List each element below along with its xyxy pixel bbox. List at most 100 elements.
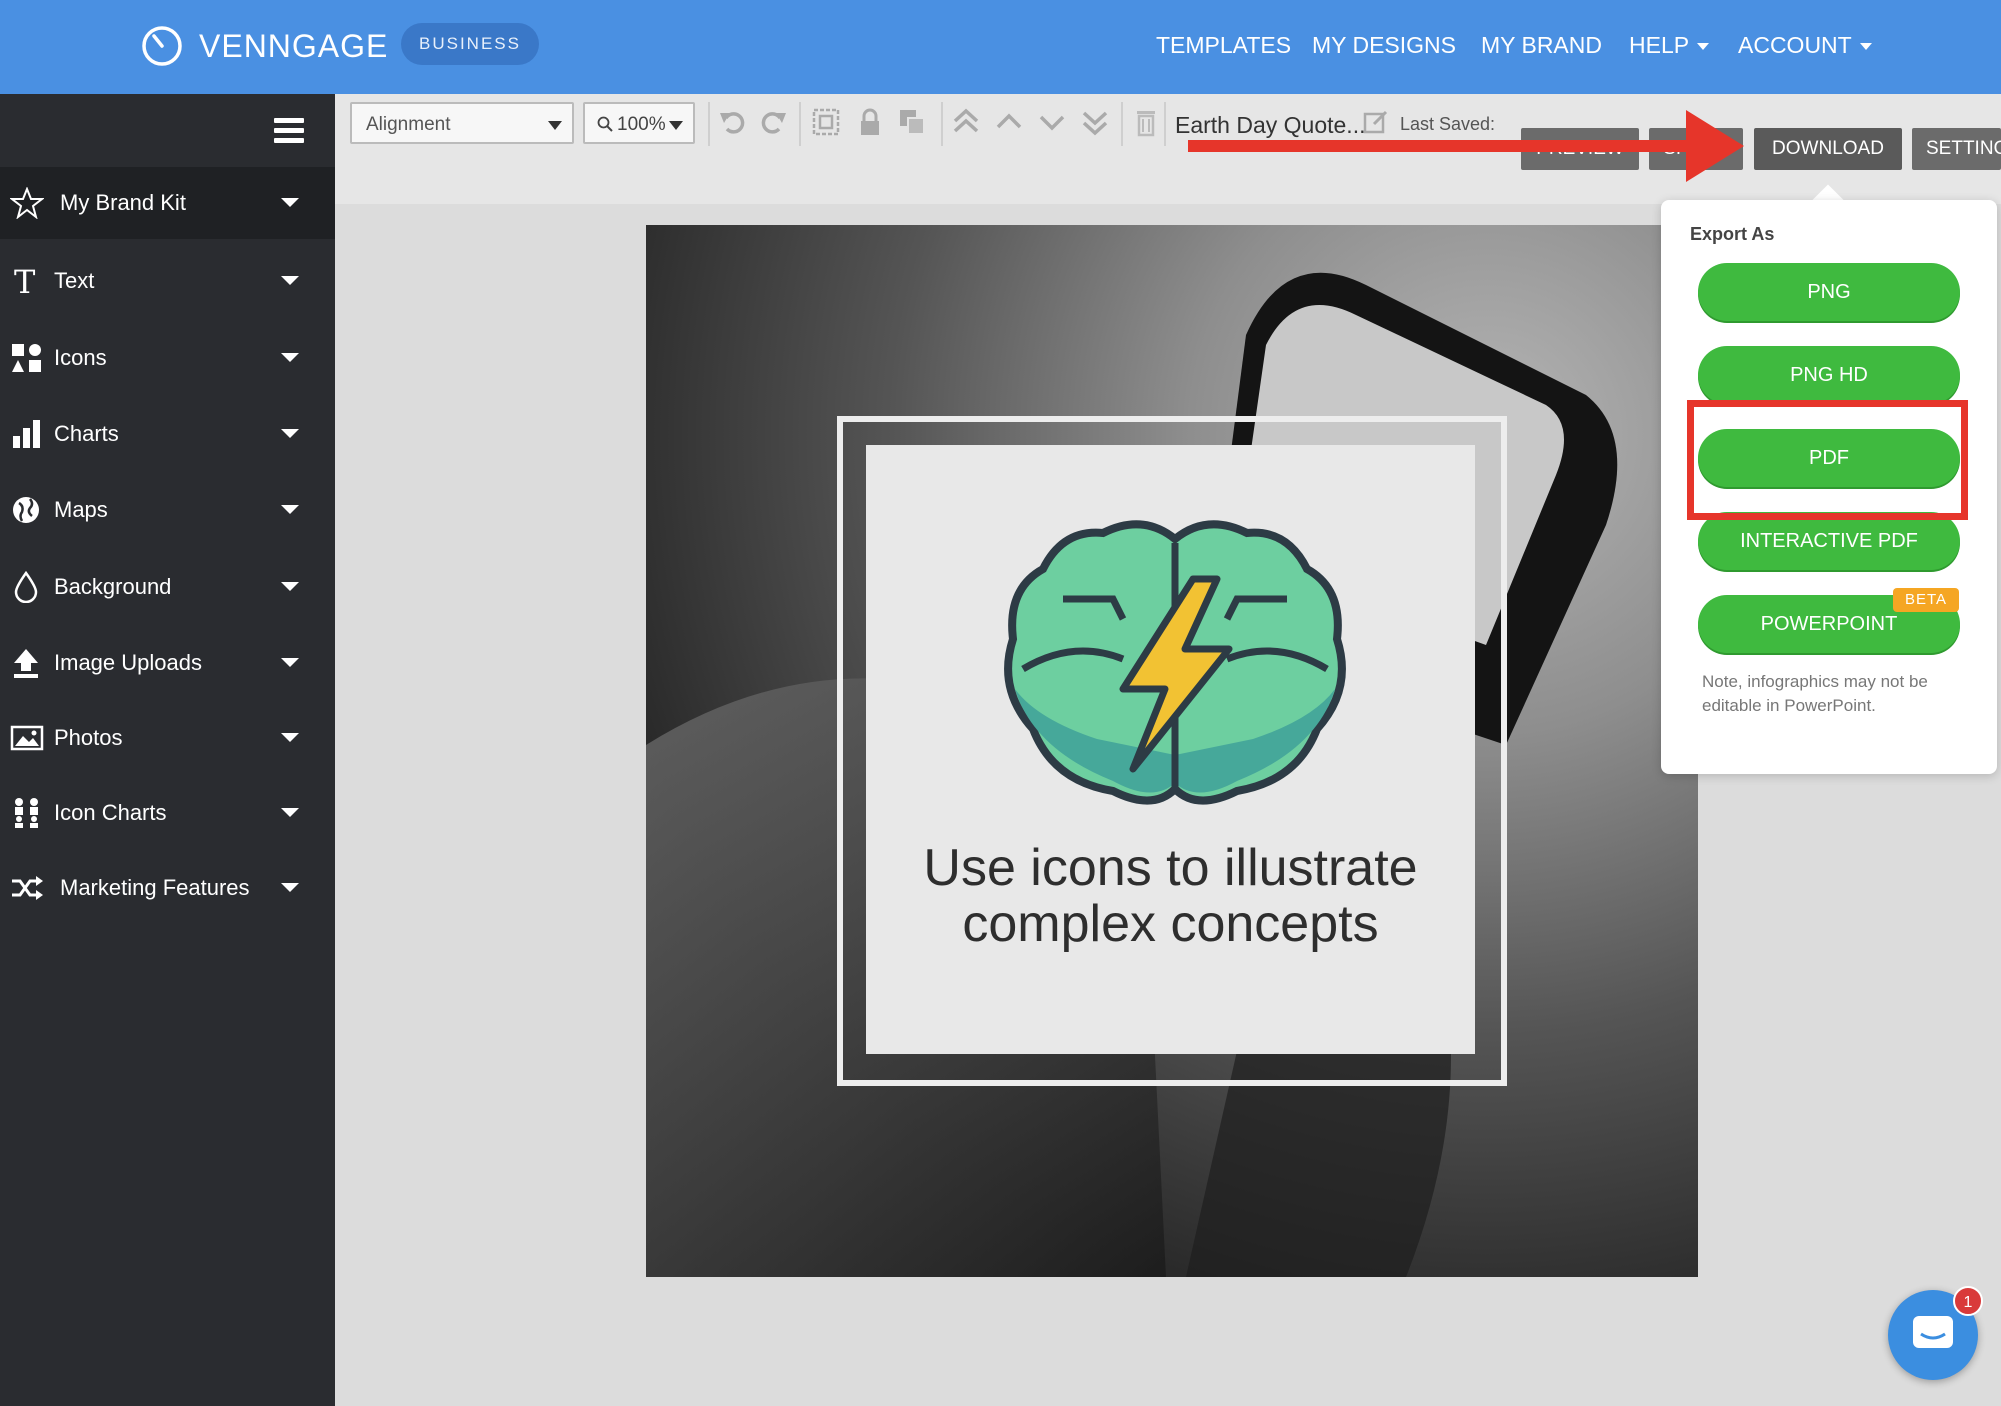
text-icon: T: [10, 265, 44, 297]
export-png-button[interactable]: PNG: [1698, 263, 1960, 321]
sidebar-item-icons[interactable]: Icons: [0, 322, 335, 394]
bring-to-front-icon[interactable]: [950, 106, 982, 138]
top-navbar: VENNGAGE BUSINESS TEMPLATES MY DESIGNS M…: [0, 0, 2001, 94]
sidebar-item-label: Maps: [54, 497, 108, 522]
shapes-icon: [10, 342, 44, 374]
chevron-down-icon: [281, 733, 299, 742]
lock-icon[interactable]: [854, 106, 886, 138]
sidebar-item-background[interactable]: Background: [0, 551, 335, 623]
sidebar-item-marketing-features[interactable]: Marketing Features: [0, 852, 335, 924]
sidebar-item-photos[interactable]: Photos: [0, 702, 335, 774]
sidebar-item-label: Charts: [54, 421, 119, 446]
brand-name[interactable]: VENNGAGE: [199, 24, 388, 68]
chevron-down-icon: [281, 582, 299, 591]
send-to-back-icon[interactable]: [1079, 106, 1111, 138]
chevron-down-icon: [548, 121, 562, 130]
undo-icon[interactable]: [717, 106, 749, 138]
venngage-logo-icon[interactable]: [140, 24, 184, 68]
alignment-select-label: Alignment: [366, 114, 451, 135]
chevron-down-icon: [669, 121, 683, 130]
sidebar-item-my-brand-kit[interactable]: My Brand Kit: [0, 167, 335, 239]
nav-help[interactable]: HELP: [1629, 30, 1710, 60]
sidebar-item-label: Icons: [54, 345, 107, 370]
chevron-down-icon: [281, 276, 299, 285]
export-interactive-pdf-button[interactable]: INTERACTIVE PDF: [1698, 512, 1960, 570]
document-title[interactable]: Earth Day Quote...: [1175, 112, 1365, 139]
brain-lightning-icon[interactable]: [1003, 519, 1347, 807]
globe-icon: [10, 494, 44, 526]
redo-icon[interactable]: [757, 106, 789, 138]
sidebar-item-label: Marketing Features: [60, 875, 250, 900]
nav-templates[interactable]: TEMPLATES: [1156, 30, 1291, 60]
sidebar-item-label: Text: [54, 268, 95, 293]
toolbar-divider: [708, 102, 710, 146]
magnifier-icon: [597, 116, 613, 132]
highlight-box-annotation: [1687, 400, 1968, 520]
hamburger-menu-icon[interactable]: [274, 118, 304, 148]
group-icon[interactable]: [810, 106, 842, 138]
drop-icon: [10, 571, 44, 603]
nav-account-label: ACCOUNT: [1738, 32, 1852, 58]
sidebar-item-label: Background: [54, 574, 172, 599]
sidebar-item-label: My Brand Kit: [60, 190, 186, 215]
chevron-down-icon: [281, 198, 299, 207]
chevron-down-icon: [281, 883, 299, 892]
chevron-down-icon: [281, 429, 299, 438]
toolbar-divider: [1164, 102, 1166, 146]
canvas-headline[interactable]: Use icons to illustrate complex concepts: [866, 840, 1475, 952]
arrow-annotation-shaft: [1188, 140, 1708, 152]
sidebar-item-label: Image Uploads: [54, 650, 202, 675]
toolbar-divider: [941, 102, 943, 146]
toolbar-divider: [799, 102, 801, 146]
send-backward-icon[interactable]: [1036, 106, 1068, 138]
svg-text:T: T: [14, 265, 36, 297]
sidebar-item-charts[interactable]: Charts: [0, 398, 335, 470]
bar-chart-icon: [10, 418, 44, 450]
sidebar-item-image-uploads[interactable]: Image Uploads: [0, 627, 335, 699]
image-icon: [10, 722, 44, 754]
sidebar-item-label: Icon Charts: [54, 800, 167, 825]
chevron-down-icon: [281, 658, 299, 667]
last-saved-status: Last Saved:: [1400, 114, 1496, 134]
nav-my-designs[interactable]: MY DESIGNS: [1312, 30, 1456, 60]
plan-badge: BUSINESS: [401, 23, 539, 65]
sidebar-item-label: Photos: [54, 725, 123, 750]
chevron-down-icon: [1697, 43, 1710, 51]
export-as-heading: Export As: [1690, 224, 1775, 244]
nav-account[interactable]: ACCOUNT: [1738, 30, 1872, 60]
arrow-annotation-head: [1686, 110, 1744, 182]
edit-title-icon[interactable]: [1360, 106, 1392, 138]
export-png-hd-button[interactable]: PNG HD: [1698, 346, 1960, 404]
zoom-select[interactable]: 100%: [583, 102, 695, 144]
content-card[interactable]: Use icons to illustrate complex concepts: [866, 445, 1475, 1054]
people-icon: [10, 797, 44, 829]
editor-toolbar: Alignment 100% Earth Day Quote... Last S…: [335, 94, 2001, 204]
chat-icon: [1913, 1316, 1953, 1348]
sidebar: My Brand Kit T Text Icons Charts Maps Ba…: [0, 94, 335, 1406]
nav-my-brand[interactable]: MY BRAND: [1481, 30, 1602, 60]
unread-count-badge: 1: [1953, 1286, 1983, 1316]
shuffle-icon: [10, 872, 44, 904]
sidebar-item-icon-charts[interactable]: Icon Charts: [0, 777, 335, 849]
chevron-down-icon: [1859, 43, 1872, 51]
chevron-down-icon: [281, 353, 299, 362]
star-icon: [10, 187, 44, 219]
upload-icon: [10, 647, 44, 679]
settings-button[interactable]: SETTINGS: [1912, 128, 2001, 170]
bring-forward-icon[interactable]: [993, 106, 1025, 138]
chevron-down-icon: [281, 505, 299, 514]
download-button[interactable]: DOWNLOAD: [1754, 128, 1902, 170]
duplicate-icon[interactable]: [896, 106, 928, 138]
toolbar-divider: [1121, 102, 1123, 146]
sidebar-item-text[interactable]: T Text: [0, 245, 335, 317]
headline-line-1: Use icons to illustrate: [923, 839, 1418, 897]
alignment-select[interactable]: Alignment: [350, 102, 574, 144]
nav-help-label: HELP: [1629, 32, 1690, 58]
export-note: Note, infographics may not be editable i…: [1702, 672, 1928, 715]
zoom-value: 100%: [617, 114, 666, 135]
headline-line-2: complex concepts: [962, 895, 1379, 953]
export-powerpoint-button[interactable]: POWERPOINT BETA: [1698, 588, 1960, 653]
export-powerpoint-label: POWERPOINT: [1760, 613, 1898, 635]
trash-icon[interactable]: [1130, 106, 1162, 138]
sidebar-item-maps[interactable]: Maps: [0, 474, 335, 546]
